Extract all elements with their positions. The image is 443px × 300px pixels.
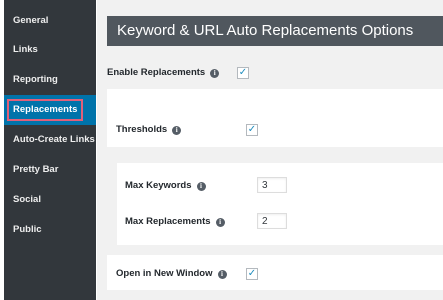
info-icon[interactable]: i xyxy=(210,69,220,78)
sidebar-item-auto-create-links[interactable]: Auto-Create Links xyxy=(4,125,96,155)
threshold-settings xyxy=(117,163,443,245)
max-keywords-label: Max Keywords i xyxy=(125,180,206,191)
thresholds-label: Thresholds i xyxy=(116,124,182,135)
open-new-window-checkbox[interactable]: ✓ xyxy=(246,268,258,280)
info-icon[interactable]: i xyxy=(217,270,227,279)
thresholds-row xyxy=(107,89,443,147)
max-keywords-input[interactable]: 3 xyxy=(257,177,287,193)
open-new-window-label: Open in New Window i xyxy=(116,268,227,279)
info-icon[interactable]: i xyxy=(196,182,206,191)
sidebar-item-general[interactable]: General xyxy=(4,6,96,36)
max-replacements-input[interactable]: 2 xyxy=(257,213,287,229)
sidebar-item-links[interactable]: Links xyxy=(4,35,96,65)
settings-sidebar: General Links Reporting Replacements Aut… xyxy=(4,0,96,300)
sidebar-item-pretty-bar[interactable]: Pretty Bar xyxy=(4,155,96,185)
thresholds-checkbox[interactable]: ✓ xyxy=(246,124,258,136)
max-replacements-label: Max Replacements i xyxy=(125,216,225,227)
info-icon[interactable]: i xyxy=(172,126,182,135)
options-panel: Keyword & URL Auto Replacements Options … xyxy=(97,0,443,300)
enable-replacements-label: Enable Replacements i xyxy=(107,67,220,78)
sidebar-item-public[interactable]: Public xyxy=(4,215,96,245)
info-icon[interactable]: i xyxy=(215,218,225,227)
enable-replacements-checkbox[interactable]: ✓ xyxy=(237,67,249,79)
sidebar-item-label: Replacements xyxy=(7,99,84,121)
sidebar-item-social[interactable]: Social xyxy=(4,185,96,215)
page-title: Keyword & URL Auto Replacements Options xyxy=(107,16,443,46)
sidebar-item-replacements[interactable]: Replacements xyxy=(4,95,96,125)
sidebar-item-reporting[interactable]: Reporting xyxy=(4,65,96,95)
